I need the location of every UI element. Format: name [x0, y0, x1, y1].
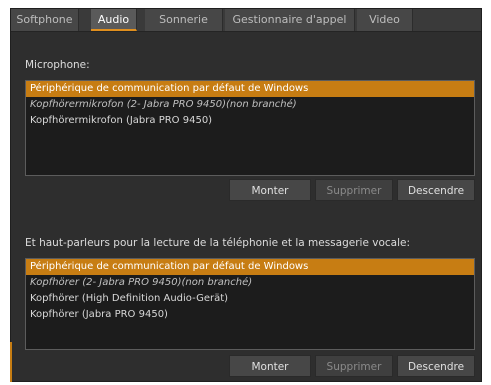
tab-video[interactable]: Video [357, 9, 413, 31]
microphone-up-button[interactable]: Monter [229, 179, 311, 201]
speakers-down-button[interactable]: Descendre [397, 355, 475, 377]
tab-sonnerie[interactable]: Sonnerie [145, 9, 223, 31]
microphone-delete-button[interactable]: Supprimer [315, 179, 393, 201]
tab-gestionnaire-appel[interactable]: Gestionnaire d'appel [225, 9, 355, 31]
speakers-up-button[interactable]: Monter [229, 355, 311, 377]
speakers-device-list[interactable]: Périphérique de communication par défaut… [25, 258, 475, 350]
microphone-label: Microphone: [25, 59, 90, 71]
tab-bar: Softphone Audio Sonnerie Gestionnaire d'… [11, 9, 481, 32]
list-item[interactable]: Kopfhörer (Jabra PRO 9450) [26, 307, 474, 323]
list-item[interactable]: Périphérique de communication par défaut… [26, 259, 474, 275]
audio-settings-window: Softphone Audio Sonnerie Gestionnaire d'… [10, 8, 482, 382]
speakers-label: Et haut-parleurs pour la lecture de la t… [25, 237, 411, 249]
microphone-down-button[interactable]: Descendre [397, 179, 475, 201]
list-item[interactable]: Périphérique de communication par défaut… [26, 81, 474, 97]
microphone-device-list[interactable]: Périphérique de communication par défaut… [25, 80, 475, 176]
list-item[interactable]: Kopfhörermikrofon (Jabra PRO 9450) [26, 113, 474, 129]
list-item[interactable]: Kopfhörermikrofon (2- Jabra PRO 9450)(no… [26, 97, 474, 113]
speakers-delete-button[interactable]: Supprimer [315, 355, 393, 377]
list-item[interactable]: Kopfhörer (High Definition Audio-Gerät) [26, 291, 474, 307]
tab-audio[interactable]: Audio [91, 9, 137, 31]
tab-softphone[interactable]: Softphone [11, 9, 79, 31]
list-item[interactable]: Kopfhörer (2- Jabra PRO 9450)(non branch… [26, 275, 474, 291]
accent-edge [10, 342, 12, 382]
